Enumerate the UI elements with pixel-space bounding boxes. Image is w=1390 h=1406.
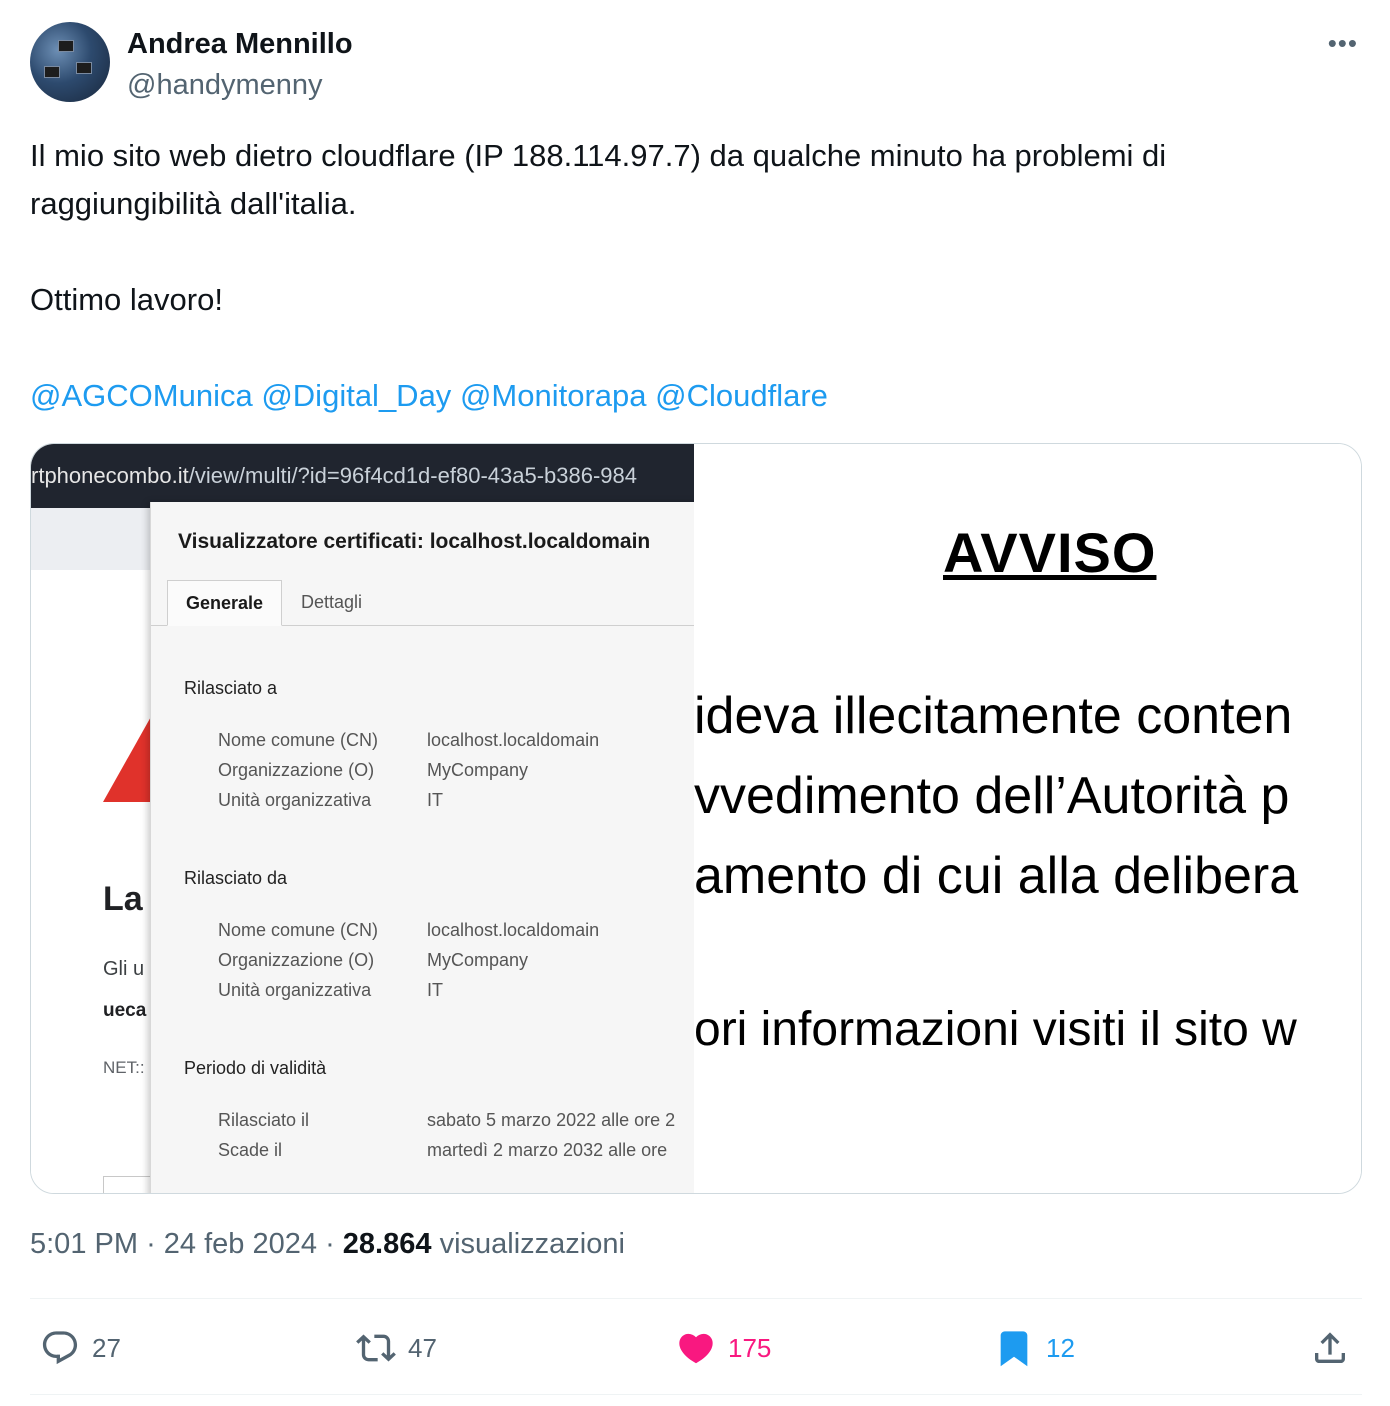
tweet-meta: 5:01 PM · 24 feb 2024 · 28.864 visualizz…	[30, 1228, 625, 1261]
bg-page-title: La	[103, 880, 143, 918]
tweet-date[interactable]: 24 feb 2024	[164, 1228, 317, 1260]
browser-url-bar: rtphonecombo.it/view/multi/?id=96f4cd1d-…	[31, 444, 694, 508]
section-heading: Rilasciato da	[184, 868, 288, 888]
field-label: Organizzazione (O)	[218, 760, 375, 780]
field-value: sabato 5 marzo 2022 alle ore 2	[427, 1110, 676, 1130]
bg-page-text: Gli u	[103, 958, 145, 980]
tweet-line: Ottimo lavoro!	[30, 282, 223, 317]
url-host: rtphonecombo.it	[31, 463, 189, 488]
bookmark-count: 12	[1046, 1332, 1075, 1363]
tweet-header: Andrea Mennillo @handymenny •••	[30, 22, 1360, 104]
dialog-tabs: Generale Dettagli	[151, 580, 694, 626]
field-value: martedì 2 marzo 2032 alle ore	[427, 1140, 668, 1160]
field-label: Nome comune (CN)	[218, 920, 379, 940]
field-label: Scade il	[218, 1140, 283, 1160]
notice-line: amento di cui alla delibera	[694, 847, 1299, 905]
reply-button[interactable]: 27	[40, 1325, 121, 1371]
mention-link[interactable]: @Cloudflare	[655, 378, 828, 413]
retweet-count: 47	[408, 1332, 437, 1363]
field-label: Nome comune (CN)	[218, 730, 379, 750]
mention-link[interactable]: @Monitorapa	[460, 378, 647, 413]
divider	[30, 1298, 1362, 1299]
tweet-time[interactable]: 5:01 PM	[30, 1228, 138, 1260]
tweet-line: Il mio sito web dietro cloudflare (IP 18…	[30, 138, 1167, 221]
mentions: @AGCOMunica @Digital_Day @Monitorapa @Cl…	[30, 372, 1350, 420]
tweet-media[interactable]: rtphonecombo.it/view/multi/?id=96f4cd1d-…	[30, 443, 1362, 1194]
notice-line: vvedimento dell’Autorità p	[694, 767, 1290, 825]
view-count: 28.864	[342, 1228, 432, 1260]
bookmark-button[interactable]: 12	[994, 1325, 1075, 1371]
avatar-detail	[58, 40, 74, 52]
field-value: MyCompany	[427, 760, 529, 780]
like-button[interactable]: 175	[676, 1325, 771, 1371]
section-heading: Periodo di validità	[184, 1058, 327, 1078]
url-path: /view/multi/?id=96f4cd1d-ef80-43a5-b386-…	[188, 463, 638, 488]
meta-separator: ·	[325, 1228, 335, 1260]
tab-generale: Generale	[167, 580, 283, 626]
mention-link[interactable]: @Digital_Day	[261, 378, 451, 413]
field-label: Unità organizzativa	[218, 980, 372, 1000]
field-label: Unità organizzativa	[218, 790, 372, 810]
field-value: IT	[427, 790, 443, 810]
avatar[interactable]	[30, 22, 110, 102]
avatar-detail	[44, 66, 60, 78]
like-count: 175	[728, 1332, 772, 1363]
section-heading: Rilasciato a	[184, 678, 278, 698]
divider	[30, 1394, 1362, 1395]
meta-separator: ·	[146, 1228, 156, 1260]
views-label: visualizzazioni	[439, 1228, 625, 1260]
field-label: Organizzazione (O)	[218, 950, 375, 970]
field-label: Rilasciato il	[218, 1110, 310, 1130]
share-icon	[1315, 1332, 1345, 1363]
dialog-title: Visualizzatore certificati: localhost.lo…	[178, 530, 651, 553]
avatar-detail	[76, 62, 92, 74]
heart-icon	[679, 1333, 713, 1364]
retweet-button[interactable]: 47	[356, 1325, 437, 1371]
field-value: localhost.localdomain	[427, 920, 600, 940]
author-handle[interactable]: @handymenny	[127, 69, 323, 102]
bg-page-text: NET::	[103, 1058, 145, 1077]
notice-title: AVVISO	[943, 521, 1157, 584]
author-name[interactable]: Andrea Mennillo	[127, 28, 353, 61]
field-value: MyCompany	[427, 950, 529, 970]
field-value: localhost.localdomain	[427, 730, 600, 750]
field-value: IT	[427, 980, 443, 1000]
media-screenshot-right: AVVISO ideva illecitamente conten vvedim…	[694, 444, 1361, 1193]
notice-line: ori informazioni visiti il sito w	[694, 1003, 1297, 1056]
bookmark-icon	[1000, 1331, 1028, 1367]
tab-dettagli: Dettagli	[301, 592, 363, 612]
more-icon[interactable]: •••	[1328, 28, 1358, 59]
tweet-text: Il mio sito web dietro cloudflare (IP 18…	[30, 132, 1350, 420]
reply-count: 27	[92, 1332, 121, 1363]
mention-link[interactable]: @AGCOMunica	[30, 378, 253, 413]
bg-page-text: ueca	[103, 1000, 147, 1021]
reply-icon	[42, 1331, 78, 1365]
retweet-icon	[356, 1334, 396, 1362]
notice-line: ideva illecitamente conten	[694, 687, 1293, 745]
certificate-viewer-dialog: Visualizzatore certificati: localhost.lo…	[150, 502, 694, 1193]
media-screenshot-left: rtphonecombo.it/view/multi/?id=96f4cd1d-…	[31, 444, 694, 1193]
share-button[interactable]	[1310, 1325, 1350, 1371]
